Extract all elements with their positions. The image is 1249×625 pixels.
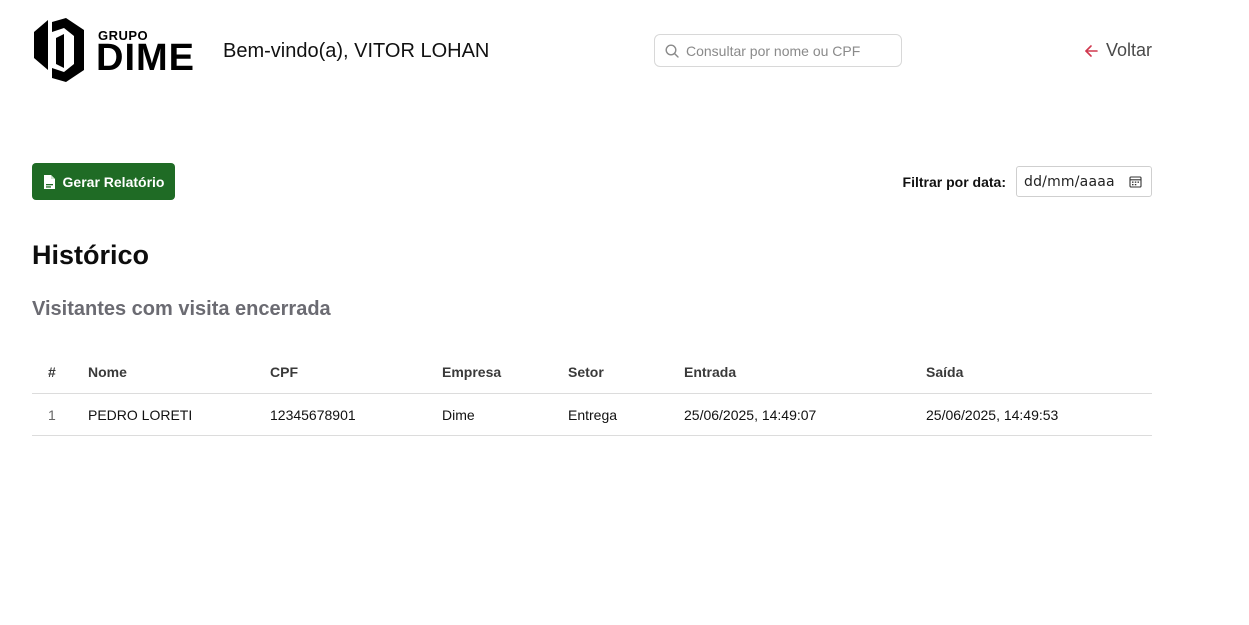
column-header-cpf: CPF bbox=[270, 351, 442, 394]
date-placeholder: dd/mm/aaaa bbox=[1024, 174, 1115, 190]
calendar-icon[interactable] bbox=[1129, 175, 1142, 188]
logo-big-text: DIME bbox=[96, 37, 195, 79]
page: GRUPO DIME Bem-vindo(a), VITOR LOHAN Vol… bbox=[0, 0, 1249, 625]
back-button[interactable]: Voltar bbox=[1084, 40, 1152, 61]
table-row[interactable]: 1 PEDRO LORETI 12345678901 Dime Entrega … bbox=[32, 393, 1152, 436]
column-header-entrada: Entrada bbox=[684, 351, 926, 394]
search-icon bbox=[665, 44, 679, 58]
grupo-dime-logo[interactable]: GRUPO DIME bbox=[32, 18, 200, 84]
welcome-message: Bem-vindo(a), VITOR LOHAN bbox=[223, 40, 490, 62]
generate-report-label: Gerar Relatório bbox=[62, 173, 165, 190]
cell-setor: Entrega bbox=[568, 393, 684, 436]
date-filter: Filtrar por data: dd/mm/aaaa bbox=[903, 166, 1152, 197]
cell-index: 1 bbox=[32, 393, 88, 436]
column-header-empresa: Empresa bbox=[442, 351, 568, 394]
header: GRUPO DIME Bem-vindo(a), VITOR LOHAN Vol… bbox=[32, 18, 1152, 84]
table-header-row: # Nome CPF Empresa Setor Entrada Saída bbox=[32, 351, 1152, 394]
cell-empresa: Dime bbox=[442, 393, 568, 436]
column-header-nome: Nome bbox=[88, 351, 270, 394]
generate-report-button[interactable]: Gerar Relatório bbox=[32, 163, 175, 200]
table-header: # Nome CPF Empresa Setor Entrada Saída bbox=[32, 351, 1152, 394]
page-title: Histórico bbox=[32, 240, 150, 270]
back-label: Voltar bbox=[1105, 40, 1152, 60]
search-input[interactable] bbox=[686, 35, 896, 66]
cell-entrada: 25/06/2025, 14:49:07 bbox=[684, 393, 926, 436]
page-subtitle: Visitantes com visita encerrada bbox=[32, 298, 331, 320]
document-icon bbox=[43, 174, 55, 189]
history-table: # Nome CPF Empresa Setor Entrada Saída 1… bbox=[32, 351, 1152, 436]
column-header-index: # bbox=[32, 351, 88, 394]
cell-saida: 25/06/2025, 14:49:53 bbox=[926, 393, 1152, 436]
table-body: 1 PEDRO LORETI 12345678901 Dime Entrega … bbox=[32, 393, 1152, 436]
dime-logo-mark-icon bbox=[34, 18, 84, 82]
cell-nome: PEDRO LORETI bbox=[88, 393, 270, 436]
search-box[interactable] bbox=[654, 34, 902, 67]
date-input[interactable]: dd/mm/aaaa bbox=[1016, 166, 1152, 197]
arrow-left-icon bbox=[1085, 44, 1098, 57]
column-header-setor: Setor bbox=[568, 351, 684, 394]
date-filter-label: Filtrar por data: bbox=[902, 173, 1006, 190]
column-header-saida: Saída bbox=[926, 351, 1152, 394]
cell-cpf: 12345678901 bbox=[270, 393, 442, 436]
